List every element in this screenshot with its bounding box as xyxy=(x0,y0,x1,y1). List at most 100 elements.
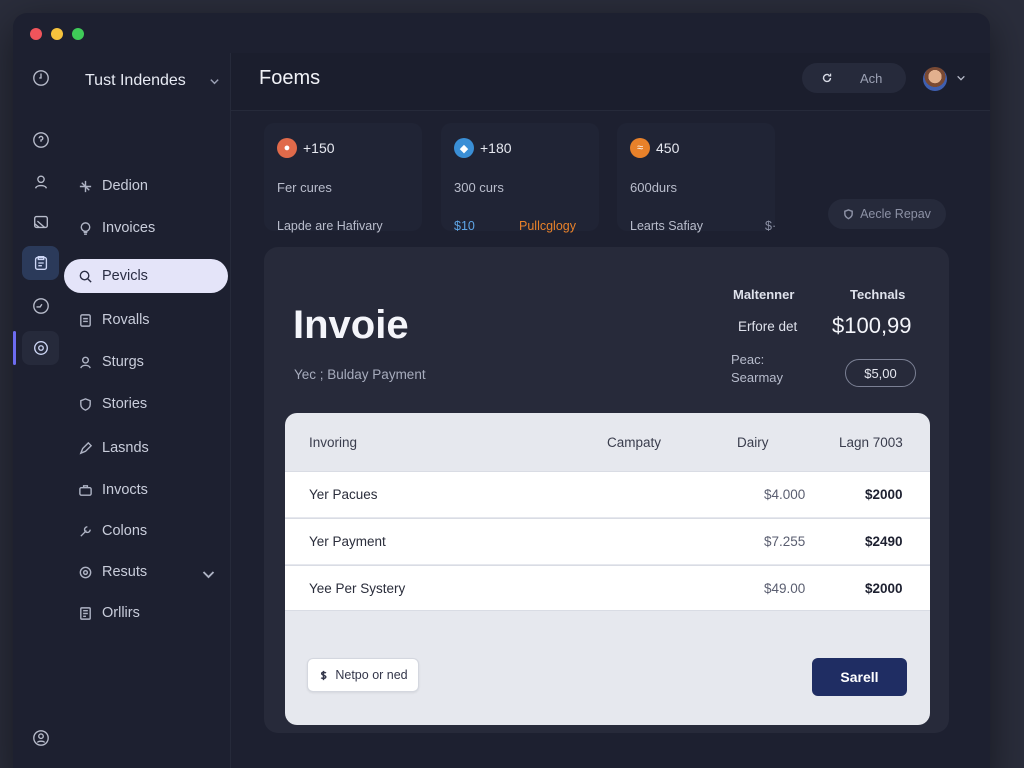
wrench-icon xyxy=(80,525,91,537)
dollar-icon xyxy=(321,670,327,680)
workspace-name: Tust Indendes xyxy=(85,72,186,89)
bulb-icon xyxy=(80,221,91,235)
save-button[interactable]: Sarell xyxy=(812,658,907,696)
sidebar-item-label: Rovalls xyxy=(102,312,150,328)
window-controls xyxy=(30,28,84,40)
row-name: Yer Payment xyxy=(309,534,386,549)
avatar[interactable] xyxy=(923,67,947,91)
row-total: $2490 xyxy=(865,534,903,549)
stat-value: 450 xyxy=(656,140,680,156)
invoice-title: Invoie xyxy=(293,303,409,347)
row-value: $7.255 xyxy=(764,534,806,549)
workspace-switcher[interactable]: Tust Indendes xyxy=(85,67,220,95)
clock-icon[interactable] xyxy=(22,61,59,95)
briefcase-icon xyxy=(79,484,92,496)
sidebar-item-label: Orllirs xyxy=(102,605,140,621)
row-value: $49.00 xyxy=(764,581,806,596)
sidebar-item-resuts[interactable]: Resuts xyxy=(64,555,228,589)
sidebar-item-label: Dedion xyxy=(102,178,148,194)
stat-label: 300 curs xyxy=(454,180,504,195)
clipboard-icon[interactable] xyxy=(22,246,59,280)
note-button[interactable]: Netpo or ned xyxy=(307,658,419,692)
sparkle-icon xyxy=(79,180,92,192)
report-button-label: Aecle Repav xyxy=(860,207,931,221)
row-total: $2000 xyxy=(865,487,903,502)
sidebar-item-orllirs[interactable]: Orllirs xyxy=(64,596,228,630)
page-title: Foems xyxy=(259,67,321,89)
row-value: $4.000 xyxy=(764,487,806,502)
column-header[interactable]: Dairy xyxy=(737,435,769,450)
sidebar-item-label: Sturgs xyxy=(102,354,144,370)
summary-header: Technals xyxy=(850,287,906,302)
support-icon[interactable] xyxy=(22,123,59,157)
invoice-subtitle: Yec ; Bulday Payment xyxy=(294,367,426,382)
note-button-label: Netpo or ned xyxy=(335,668,408,682)
pen-icon xyxy=(79,441,93,454)
cast-icon[interactable] xyxy=(22,205,59,239)
invoice-total: $100,99 xyxy=(832,313,912,338)
refresh-icon xyxy=(822,73,832,83)
close-window-button[interactable] xyxy=(30,28,42,40)
summary-header: Maltenner xyxy=(733,287,795,302)
stat-card[interactable]: ≈ 450 600durs Learts Safiay $· xyxy=(617,123,777,233)
stat-footer: Lapde are Hafivary xyxy=(277,219,383,233)
summary-label: Peac: Searmay xyxy=(731,352,784,385)
column-header[interactable]: Lagn 7003 xyxy=(839,435,903,450)
row-name: Yer Pacues xyxy=(309,487,378,502)
search-icon xyxy=(79,270,92,283)
stat-card[interactable]: ◆ +180 300 curs $10 Pullcglogy xyxy=(441,123,599,233)
invoice-panel: Invoie Yec ; Bulday Payment Maltenner Te… xyxy=(264,247,949,733)
amount-pill[interactable]: $5,00 xyxy=(845,359,916,387)
stat-value: +180 xyxy=(480,140,512,156)
chat-icon: ◆ xyxy=(454,138,474,158)
user-icon xyxy=(80,356,91,368)
sidebar-item-label: Pevicls xyxy=(102,268,148,284)
sidebar-item-label: Lasnds xyxy=(102,440,149,456)
stat-footer: Learts Safiay xyxy=(630,219,703,233)
search-text: Ach xyxy=(860,70,883,86)
stat-value: +150 xyxy=(303,140,335,156)
search-box[interactable]: Ach xyxy=(802,63,906,93)
settings-icon[interactable] xyxy=(22,331,59,365)
sidebar-item-label: Colons xyxy=(102,523,148,539)
sidebar-item-colons[interactable]: Colons xyxy=(64,514,228,548)
sidebar-item-invocts[interactable]: Invocts xyxy=(64,473,228,507)
sidebar-item-dedion[interactable]: Dedion xyxy=(64,169,228,203)
maximize-window-button[interactable] xyxy=(72,28,84,40)
sidebar-item-invoices[interactable]: Invoices xyxy=(64,211,228,245)
user-icon[interactable] xyxy=(22,165,59,199)
stat-label: 600durs xyxy=(630,180,677,195)
sidebar: Tust Indendes Dedion Invoices Pevicls Ro… xyxy=(64,53,231,768)
chevron-down-icon[interactable] xyxy=(956,73,966,83)
column-header[interactable]: Invoring xyxy=(309,435,357,450)
row-name: Yee Per Systery xyxy=(309,581,406,596)
shield-icon xyxy=(844,208,853,219)
stat-label: Fer cures xyxy=(277,180,332,195)
sidebar-item-pevicls[interactable]: Pevicls xyxy=(64,259,228,293)
avatar-icon: ● xyxy=(277,138,297,158)
table-row[interactable]: Yee Per Systery $49.00 $2000 xyxy=(285,565,930,611)
stat-card[interactable]: ● +150 Fer cures Lapde are Hafivary xyxy=(264,123,422,233)
stat-footer: $10 xyxy=(454,219,475,233)
document-icon xyxy=(80,606,91,620)
column-header[interactable]: Campaty xyxy=(607,435,661,450)
sidebar-item-stories[interactable]: Stories xyxy=(64,387,228,421)
sidebar-item-rovalls[interactable]: Rovalls xyxy=(64,303,228,337)
sidebar-item-sturgs[interactable]: Sturgs xyxy=(64,345,228,379)
sidebar-item-label: Stories xyxy=(102,396,148,412)
icon-rail xyxy=(13,53,68,768)
stat-footer-secondary: $· xyxy=(765,219,777,233)
dashboard-icon[interactable] xyxy=(22,289,59,323)
sidebar-item-label: Resuts xyxy=(102,564,148,580)
report-button[interactable]: Aecle Repav xyxy=(828,199,946,229)
table-row[interactable]: Yer Pacues $4.000 $2000 xyxy=(285,471,930,517)
stat-footer-secondary: Pullcglogy xyxy=(519,219,576,233)
chevron-down-icon xyxy=(202,571,215,579)
coin-icon: ≈ xyxy=(630,138,650,158)
chevron-down-icon xyxy=(210,78,219,84)
shield-icon xyxy=(80,397,91,411)
minimize-window-button[interactable] xyxy=(51,28,63,40)
profile-icon[interactable] xyxy=(22,721,59,755)
table-row[interactable]: Yer Payment $7.255 $2490 xyxy=(285,518,930,564)
sidebar-item-lasnds[interactable]: Lasnds xyxy=(64,431,228,465)
